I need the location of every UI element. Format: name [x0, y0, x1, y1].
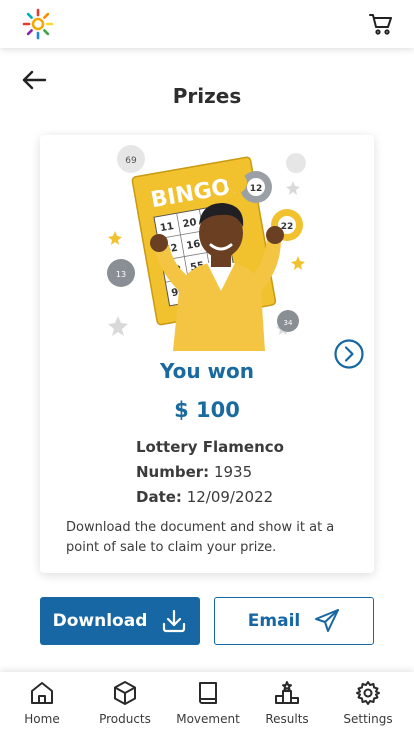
number-value: 1935	[213, 463, 253, 481]
email-button[interactable]: Email	[214, 597, 374, 645]
ball-34: 34	[284, 319, 293, 327]
you-won-label: You won	[159, 359, 255, 383]
book-icon	[199, 682, 217, 704]
gear-icon	[356, 681, 380, 705]
nav-label-home: Home	[24, 712, 60, 726]
cart-icon[interactable]	[368, 11, 394, 37]
page-title: Prizes	[172, 84, 242, 108]
ticket-number-row: Number: 1935	[136, 463, 252, 481]
number-label: Number:	[136, 463, 210, 481]
podium-icon	[275, 681, 299, 704]
ball-13: 13	[116, 270, 126, 279]
nav-label-products: Products	[99, 712, 151, 726]
ball-69: 69	[125, 156, 137, 166]
download-button[interactable]: Download	[40, 597, 200, 645]
nav-item-home[interactable]: Home	[1, 680, 83, 726]
sun-logo-icon[interactable]	[22, 8, 54, 40]
box-icon	[114, 681, 136, 705]
bingo-winner-illustration: 69 13 34 BINGO! 11 20 62 16 55 90 12 22	[107, 145, 306, 351]
ball-12: 12	[250, 184, 263, 194]
bottom-navigation: Home Products Movement Results Settings	[0, 672, 414, 736]
lottery-name: Lottery Flamenco	[136, 438, 284, 456]
date-value: 12/09/2022	[186, 488, 274, 506]
claim-instructions: Download the document and show it at a p…	[66, 520, 335, 555]
nav-label-settings: Settings	[343, 712, 393, 726]
prizes-screen: Prizes 69 13 34 BINGO! 11 20 62 16 55 90…	[0, 0, 414, 736]
download-label: Download	[52, 611, 148, 631]
nav-label-movement: Movement	[176, 712, 240, 726]
top-bar	[0, 0, 414, 48]
email-label: Email	[247, 611, 301, 631]
date-label: Date:	[136, 488, 182, 506]
nav-item-settings[interactable]: Settings	[327, 680, 409, 726]
nav-label-results: Results	[265, 712, 309, 726]
draw-date-row: Date: 12/09/2022	[136, 488, 273, 506]
prize-card: 69 13 34 BINGO! 11 20 62 16 55 90 12 22 …	[40, 135, 374, 573]
download-icon	[163, 609, 186, 633]
prize-amount: $ 100	[174, 398, 240, 422]
nav-item-results[interactable]: Results	[246, 680, 328, 726]
nav-item-movement[interactable]: Movement	[167, 680, 249, 726]
send-icon	[315, 609, 340, 632]
home-icon	[31, 682, 53, 704]
nav-item-products[interactable]: Products	[84, 680, 166, 726]
